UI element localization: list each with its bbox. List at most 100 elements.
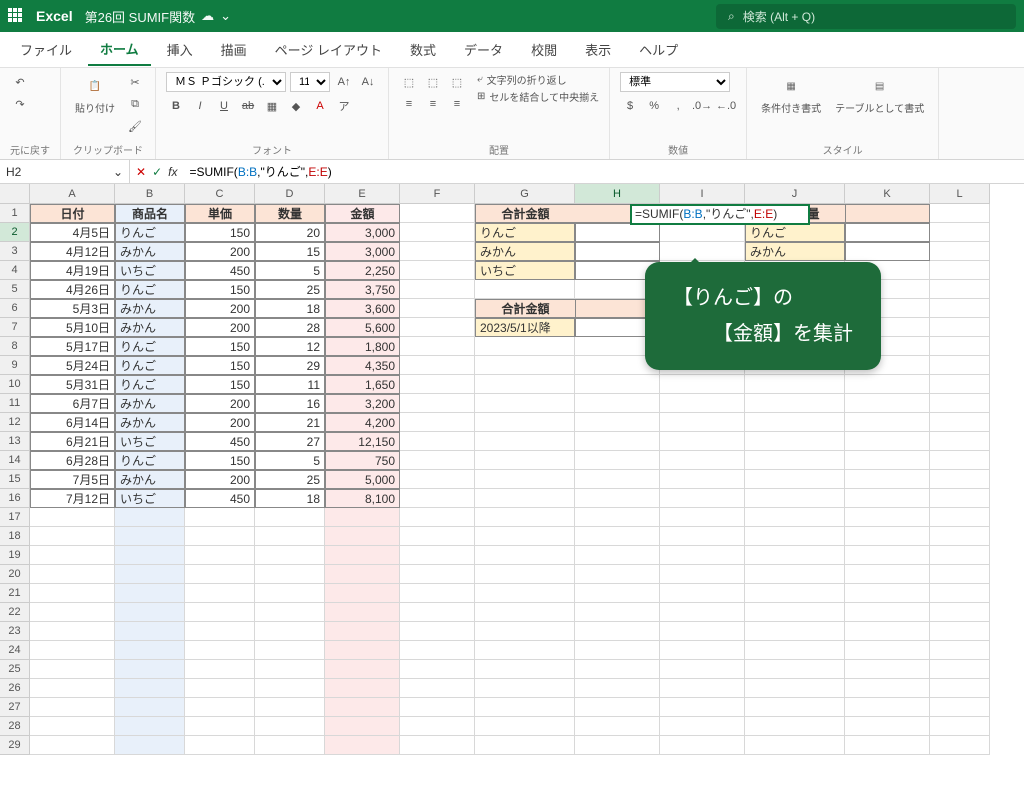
font-name-select[interactable]: ＭＳ Ｐゴシック (... <box>166 72 286 92</box>
decrease-decimal-button[interactable]: ←.0 <box>716 96 736 116</box>
align-middle-button[interactable]: ⬚ <box>423 72 443 92</box>
cell-E26[interactable] <box>325 679 400 698</box>
cell-K21[interactable] <box>845 584 930 603</box>
cell-I24[interactable] <box>660 641 745 660</box>
align-center-button[interactable]: ≡ <box>423 94 443 114</box>
cell-G16[interactable] <box>475 489 575 508</box>
cell-B24[interactable] <box>115 641 185 660</box>
cell-C27[interactable] <box>185 698 255 717</box>
cell-G5[interactable] <box>475 280 575 299</box>
cell-G26[interactable] <box>475 679 575 698</box>
cell-E25[interactable] <box>325 660 400 679</box>
cell-F9[interactable] <box>400 356 475 375</box>
cell-K16[interactable] <box>845 489 930 508</box>
cell-E5[interactable]: 3,750 <box>325 280 400 299</box>
cell-G25[interactable] <box>475 660 575 679</box>
cell-A4[interactable]: 4月19日 <box>30 261 115 280</box>
row-header[interactable]: 12 <box>0 413 30 432</box>
cell-G12[interactable] <box>475 413 575 432</box>
cell-C25[interactable] <box>185 660 255 679</box>
cell-A21[interactable] <box>30 584 115 603</box>
column-header-L[interactable]: L <box>930 184 990 204</box>
cell-J13[interactable] <box>745 432 845 451</box>
cell-H28[interactable] <box>575 717 660 736</box>
cell-B27[interactable] <box>115 698 185 717</box>
app-launcher-icon[interactable] <box>8 8 24 24</box>
cell-I27[interactable] <box>660 698 745 717</box>
row-header[interactable]: 18 <box>0 527 30 546</box>
cell-L5[interactable] <box>930 280 990 299</box>
cell-F25[interactable] <box>400 660 475 679</box>
column-header-B[interactable]: B <box>115 184 185 204</box>
cell-H26[interactable] <box>575 679 660 698</box>
row-header[interactable]: 16 <box>0 489 30 508</box>
cell-F10[interactable] <box>400 375 475 394</box>
cell-C14[interactable]: 150 <box>185 451 255 470</box>
cell-A1[interactable]: 日付 <box>30 204 115 223</box>
row-header[interactable]: 19 <box>0 546 30 565</box>
cell-H24[interactable] <box>575 641 660 660</box>
row-header[interactable]: 14 <box>0 451 30 470</box>
cell-K12[interactable] <box>845 413 930 432</box>
cell-A25[interactable] <box>30 660 115 679</box>
cell-F24[interactable] <box>400 641 475 660</box>
cell-J22[interactable] <box>745 603 845 622</box>
cell-J14[interactable] <box>745 451 845 470</box>
cell-C20[interactable] <box>185 565 255 584</box>
row-header[interactable]: 17 <box>0 508 30 527</box>
row-header[interactable]: 27 <box>0 698 30 717</box>
cell-D10[interactable]: 11 <box>255 375 325 394</box>
cell-L10[interactable] <box>930 375 990 394</box>
cell-K14[interactable] <box>845 451 930 470</box>
cell-G4[interactable]: いちご <box>475 261 575 280</box>
cell-A17[interactable] <box>30 508 115 527</box>
select-all-corner[interactable] <box>0 184 30 204</box>
cell-G17[interactable] <box>475 508 575 527</box>
cell-E24[interactable] <box>325 641 400 660</box>
cell-G11[interactable] <box>475 394 575 413</box>
merge-center-button[interactable]: ⊞セルを結合して中央揃え <box>477 89 599 104</box>
cell-C11[interactable]: 200 <box>185 394 255 413</box>
row-header[interactable]: 4 <box>0 261 30 280</box>
cell-E21[interactable] <box>325 584 400 603</box>
cell-H21[interactable] <box>575 584 660 603</box>
cell-H29[interactable] <box>575 736 660 755</box>
cell-C26[interactable] <box>185 679 255 698</box>
cell-C4[interactable]: 450 <box>185 261 255 280</box>
cell-F11[interactable] <box>400 394 475 413</box>
cell-C24[interactable] <box>185 641 255 660</box>
cell-H10[interactable] <box>575 375 660 394</box>
cell-K19[interactable] <box>845 546 930 565</box>
cell-K28[interactable] <box>845 717 930 736</box>
cell-F21[interactable] <box>400 584 475 603</box>
cell-G10[interactable] <box>475 375 575 394</box>
row-header[interactable]: 22 <box>0 603 30 622</box>
cell-E20[interactable] <box>325 565 400 584</box>
cell-K13[interactable] <box>845 432 930 451</box>
cell-C2[interactable]: 150 <box>185 223 255 242</box>
document-title[interactable]: 第26回 SUMIF関数 ☁ ⌄ <box>85 7 231 26</box>
cell-F8[interactable] <box>400 337 475 356</box>
cell-C10[interactable]: 150 <box>185 375 255 394</box>
cell-F23[interactable] <box>400 622 475 641</box>
cell-H18[interactable] <box>575 527 660 546</box>
row-header[interactable]: 5 <box>0 280 30 299</box>
cell-B9[interactable]: りんご <box>115 356 185 375</box>
cell-A14[interactable]: 6月28日 <box>30 451 115 470</box>
cell-D24[interactable] <box>255 641 325 660</box>
cell-I17[interactable] <box>660 508 745 527</box>
cell-C28[interactable] <box>185 717 255 736</box>
cell-F26[interactable] <box>400 679 475 698</box>
cell-K20[interactable] <box>845 565 930 584</box>
cell-G28[interactable] <box>475 717 575 736</box>
cell-F3[interactable] <box>400 242 475 261</box>
cell-K2[interactable] <box>845 223 930 242</box>
column-header-E[interactable]: E <box>325 184 400 204</box>
tab-ファイル[interactable]: ファイル <box>8 34 84 65</box>
cell-D19[interactable] <box>255 546 325 565</box>
cell-C13[interactable]: 450 <box>185 432 255 451</box>
cell-I26[interactable] <box>660 679 745 698</box>
column-header-D[interactable]: D <box>255 184 325 204</box>
cell-J11[interactable] <box>745 394 845 413</box>
cell-J10[interactable] <box>745 375 845 394</box>
